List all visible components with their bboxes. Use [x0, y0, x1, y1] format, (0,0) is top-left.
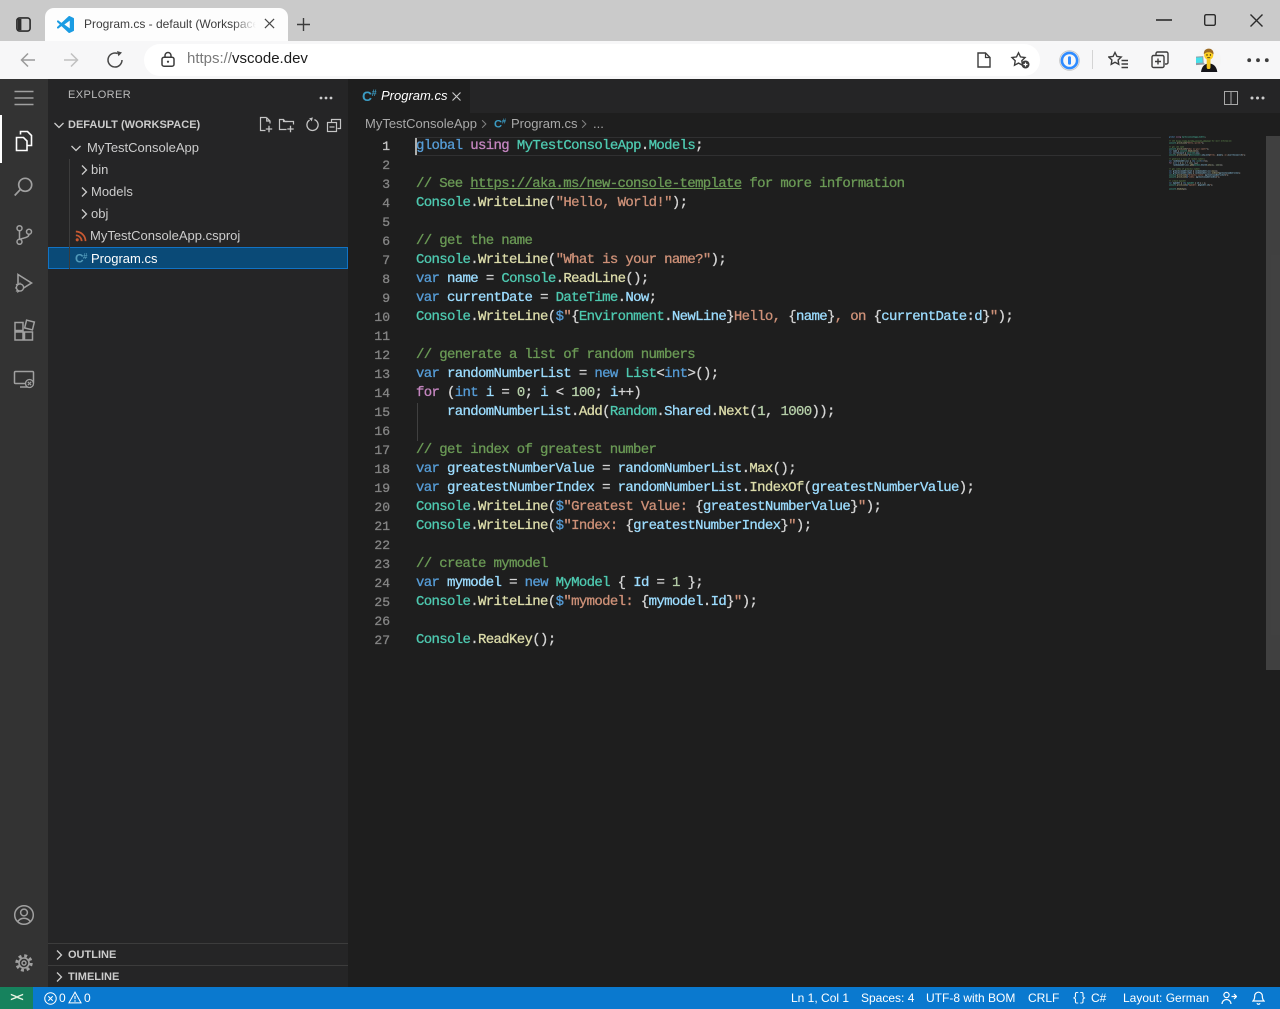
svg-text:#: #: [502, 117, 507, 126]
svg-text:C: C: [362, 88, 372, 104]
svg-text:#: #: [372, 88, 377, 98]
svg-text:C: C: [494, 119, 502, 131]
svg-text:#: #: [83, 252, 88, 261]
